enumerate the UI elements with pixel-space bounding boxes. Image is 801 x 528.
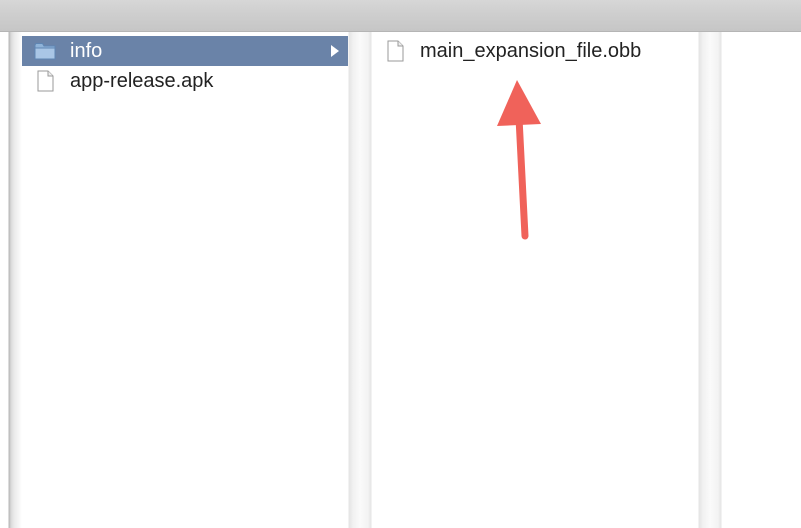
list-item-info-folder[interactable]: info bbox=[22, 36, 348, 66]
list-item-label: info bbox=[70, 40, 103, 62]
column-browser-2: main_expansion_file.obb bbox=[372, 32, 698, 528]
column-browser-1: info app-release.apk bbox=[22, 32, 348, 528]
chevron-right-icon bbox=[331, 45, 339, 57]
column-divider[interactable] bbox=[698, 32, 722, 528]
list-item-label: main_expansion_file.obb bbox=[420, 40, 642, 62]
document-icon bbox=[384, 40, 406, 62]
list-item-app-release-apk[interactable]: app-release.apk bbox=[22, 66, 348, 96]
column-divider[interactable] bbox=[348, 32, 372, 528]
list-item-label: app-release.apk bbox=[70, 70, 214, 92]
document-icon bbox=[34, 70, 56, 92]
window-top-strip bbox=[0, 0, 801, 32]
column-browser-3 bbox=[722, 32, 801, 528]
folder-icon bbox=[34, 40, 56, 62]
left-column-edge bbox=[0, 32, 22, 528]
list-item-main-expansion-file[interactable]: main_expansion_file.obb bbox=[372, 36, 698, 66]
